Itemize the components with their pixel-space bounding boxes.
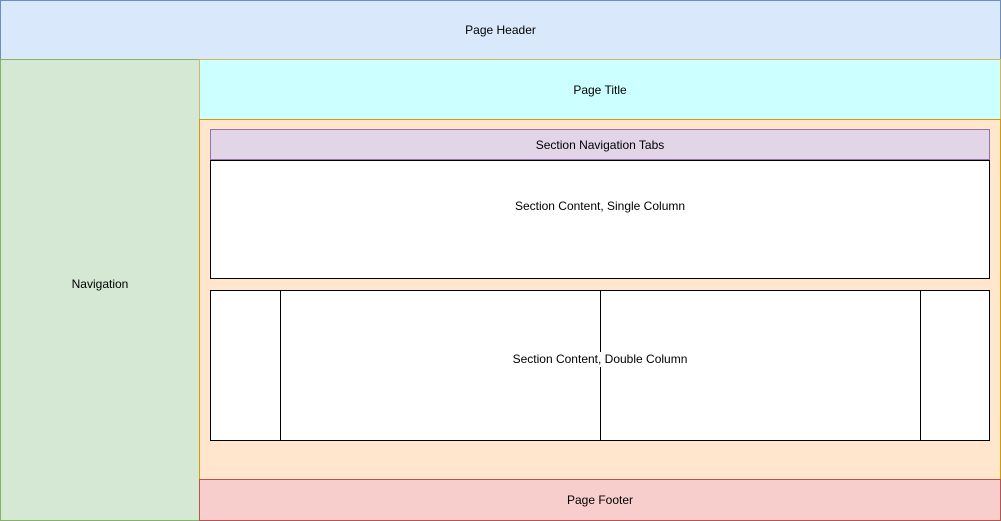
page-header-label: Page Header bbox=[465, 23, 536, 37]
page-footer-label: Page Footer bbox=[566, 493, 634, 507]
column-divider-right bbox=[920, 291, 921, 440]
section-navigation-tabs-region: Section Navigation Tabs bbox=[210, 129, 990, 160]
page-header-region: Page Header bbox=[0, 0, 1001, 60]
column-divider-left bbox=[280, 291, 281, 440]
navigation-region: Navigation bbox=[0, 59, 200, 521]
double-column-content-label: Section Content, Double Column bbox=[508, 352, 692, 367]
single-column-content-region: Section Content, Single Column bbox=[210, 160, 990, 279]
double-column-content-region: Section Content, Double Column bbox=[210, 290, 990, 441]
section-content-region: Section Navigation Tabs Section Content,… bbox=[199, 119, 1001, 480]
single-column-content-label: Section Content, Single Column bbox=[514, 199, 686, 213]
page-footer-region: Page Footer bbox=[199, 479, 1001, 521]
page-layout-wireframe: Page Header Navigation Page Title Sectio… bbox=[0, 0, 1001, 521]
page-title-label: Page Title bbox=[573, 82, 627, 97]
navigation-label: Navigation bbox=[71, 277, 129, 291]
page-title-region: Page Title bbox=[199, 59, 1001, 120]
section-navigation-tabs-label: Section Navigation Tabs bbox=[535, 137, 665, 152]
